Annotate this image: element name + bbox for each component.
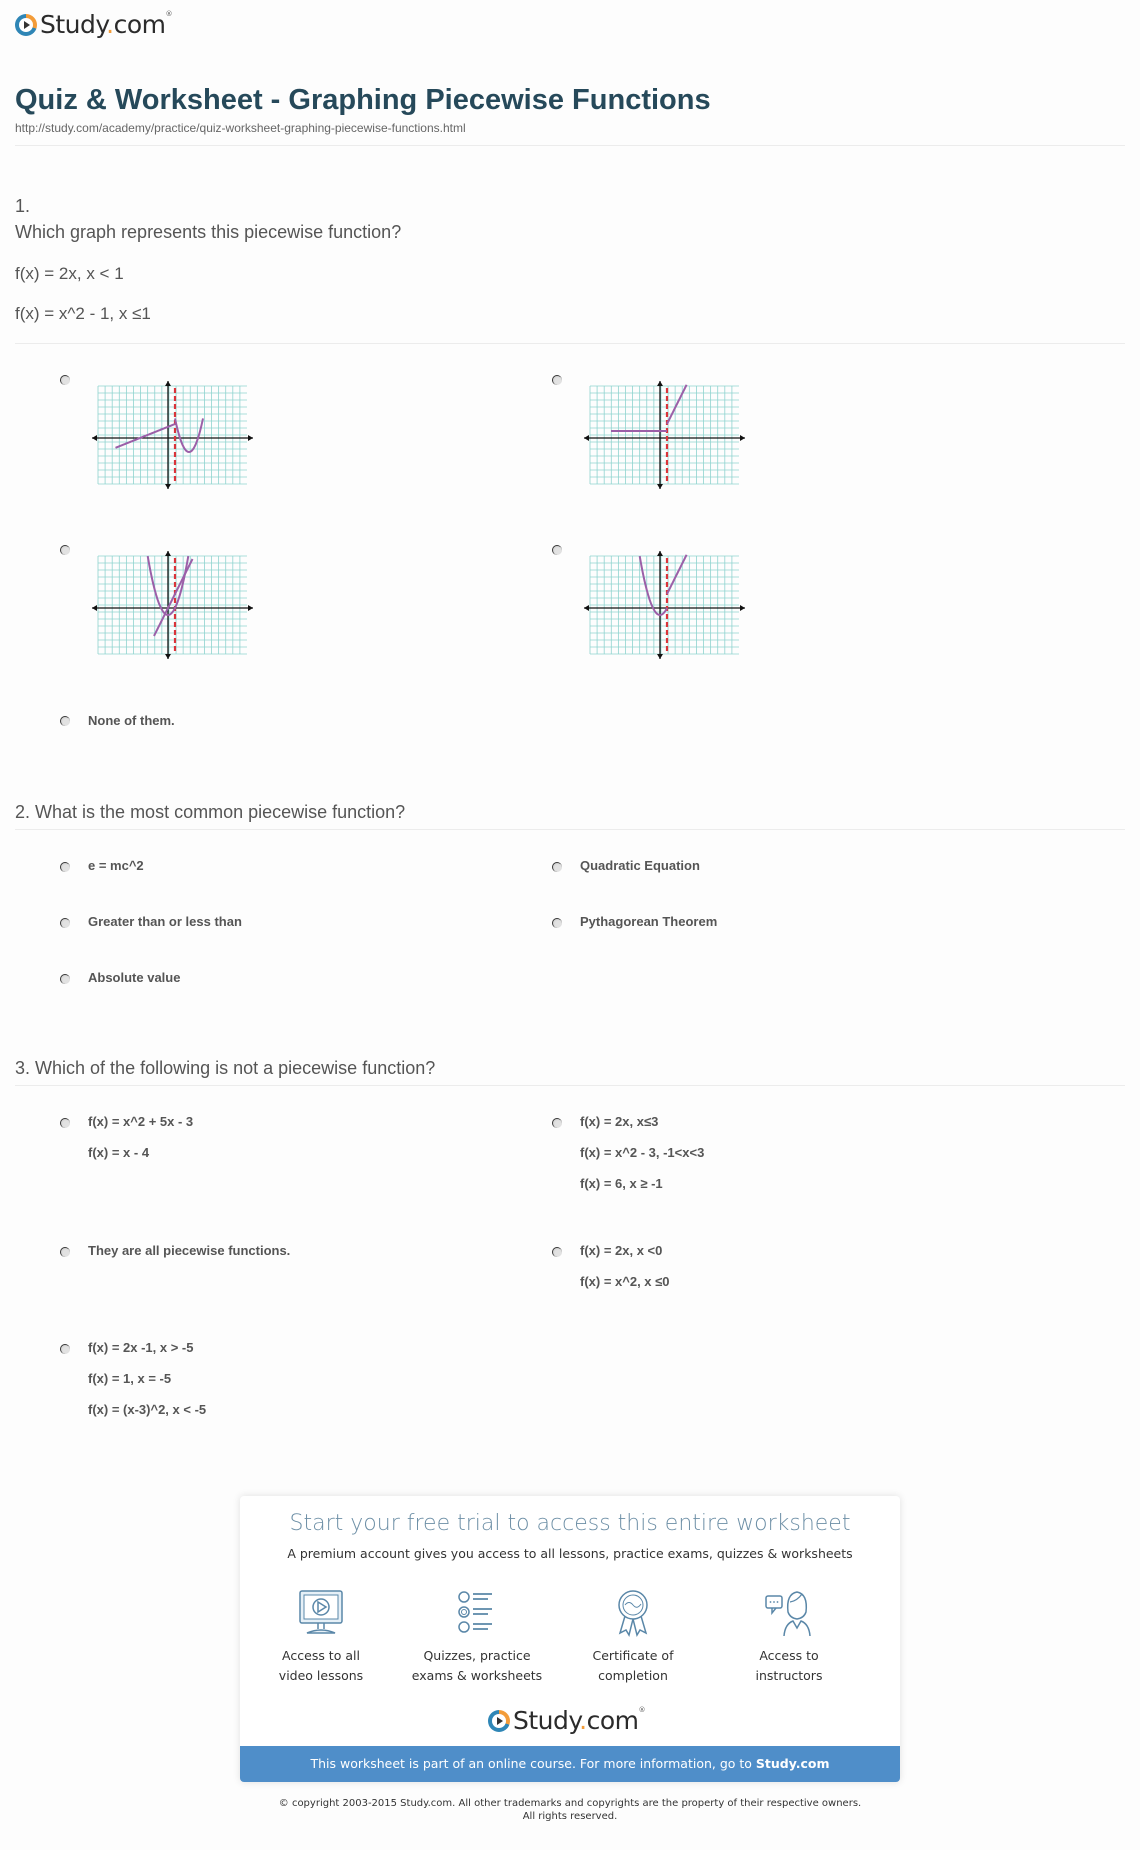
q2-option-d-radio[interactable]: [552, 918, 562, 928]
q2-option-c-radio[interactable]: [60, 918, 70, 928]
q2-option-b-radio[interactable]: [552, 862, 562, 872]
page-url[interactable]: http://study.com/academy/practice/quiz-w…: [15, 121, 466, 135]
feature-quizzes: Quizzes, practice exams & worksheets: [402, 1588, 552, 1686]
question-1-equation-1: f(x) = 2x, x < 1: [15, 264, 124, 283]
copyright: © copyright 2003-2015 Study.com. All oth…: [278, 1798, 862, 1822]
feature-instructors: Access to instructors: [714, 1588, 864, 1686]
q3-option-c-line: They are all piecewise functions.: [88, 1243, 291, 1258]
q1-option-a-graph: [92, 381, 253, 489]
promo-info-bar: This worksheet is part of an online cour…: [240, 1746, 900, 1782]
q2-option-e-radio[interactable]: [60, 974, 70, 984]
question-3-text: 3. Which of the following is not a piece…: [15, 1058, 436, 1078]
question-1-equation-2: f(x) = x^2 - 1, x ≤1: [15, 304, 151, 323]
feature-certificate: Certificate of completion: [558, 1588, 708, 1686]
q2-option-b-label: Quadratic Equation: [580, 858, 700, 873]
question-1-number: 1.: [15, 196, 31, 216]
q3-option-a-line: f(x) = x^2 + 5x - 3: [88, 1114, 194, 1129]
question-2-text: 2. What is the most common piecewise fun…: [15, 802, 406, 822]
q3-option-b-line: f(x) = 6, x ≥ -1: [580, 1176, 663, 1191]
study-logo[interactable]: Study.com®: [15, 10, 172, 39]
q1-option-b-graph: [584, 381, 745, 489]
instructor-icon: [765, 1591, 811, 1637]
curve-segment: [153, 558, 194, 637]
q2-option-e-label: Absolute value: [88, 970, 181, 985]
q1-option-c-graph: [92, 551, 253, 659]
play-logo-icon: [488, 1709, 510, 1732]
curve-segment: [666, 554, 688, 595]
curve-segment: [666, 384, 688, 425]
q2-option-a-label: e = mc^2: [88, 858, 144, 873]
divider: [15, 829, 1125, 830]
divider: [15, 343, 1125, 344]
q3-option-b-line: f(x) = x^2 - 3, -1<x<3: [580, 1145, 705, 1160]
feature-video-lessons: Access to all video lessons: [246, 1588, 396, 1686]
q2-option-c-label: Greater than or less than: [88, 914, 242, 929]
page-title: Quiz & Worksheet - Graphing Piecewise Fu…: [15, 84, 711, 116]
q3-option-d-line: f(x) = 2x, x <0: [580, 1243, 663, 1258]
q3-option-b-radio[interactable]: [552, 1118, 562, 1128]
q2-option-d-label: Pythagorean Theorem: [580, 914, 718, 929]
curve-segment: [638, 555, 668, 617]
q3-option-b-line: f(x) = 2x, x≤3: [580, 1114, 659, 1129]
curve-segment: [115, 423, 176, 449]
q1-option-d-graph: [584, 551, 745, 659]
q1-option-a-radio[interactable]: [60, 375, 70, 385]
q3-option-d-radio[interactable]: [552, 1247, 562, 1257]
q2-option-a-radio[interactable]: [60, 862, 70, 872]
certificate-icon: [618, 1590, 648, 1637]
promo-subtitle: A premium account gives you access to al…: [287, 1546, 853, 1561]
divider: [15, 1085, 1125, 1086]
q3-option-e-line: f(x) = 1, x = -5: [88, 1371, 172, 1386]
q3-option-e-line: f(x) = (x-3)^2, x < -5: [88, 1402, 207, 1417]
q3-option-a-radio[interactable]: [60, 1118, 70, 1128]
q1-option-d-radio[interactable]: [552, 545, 562, 555]
q1-option-e-radio[interactable]: [60, 716, 70, 726]
quiz-list-icon: [458, 1591, 492, 1633]
q3-option-e-radio[interactable]: [60, 1344, 70, 1354]
promo-title[interactable]: Start your free trial to access this ent…: [240, 1511, 900, 1536]
q1-option-c-radio[interactable]: [60, 545, 70, 555]
q1-option-e-label: None of them.: [88, 713, 175, 728]
q3-option-c-radio[interactable]: [60, 1247, 70, 1257]
q3-option-e-line: f(x) = 2x -1, x > -5: [88, 1340, 194, 1355]
question-1-text: Which graph represents this piecewise fu…: [15, 222, 402, 242]
study-link[interactable]: Study.com: [756, 1756, 830, 1771]
q1-option-b-radio[interactable]: [552, 375, 562, 385]
play-logo-icon: [15, 13, 37, 36]
divider: [15, 145, 1125, 146]
study-logo-footer[interactable]: Study.com®: [488, 1706, 645, 1735]
q3-option-a-line: f(x) = x - 4: [88, 1145, 150, 1160]
q3-option-d-line: f(x) = x^2, x ≤0: [580, 1274, 670, 1289]
free-trial-promo: Start your free trial to access this ent…: [240, 1496, 900, 1782]
video-lesson-icon: [299, 1590, 343, 1634]
